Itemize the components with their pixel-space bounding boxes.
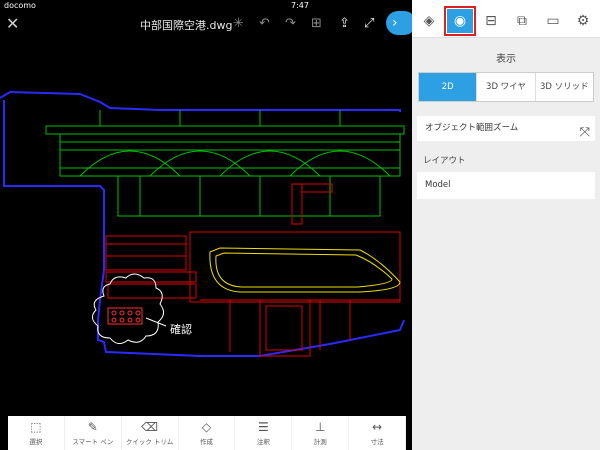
measure-icon: ⊥	[314, 419, 326, 434]
tool-create[interactable]: ◇ 作成	[179, 416, 236, 450]
view-mode-3d-wire[interactable]: 3D ワイヤ	[477, 73, 536, 101]
zoom-extents-row[interactable]: オブジェクト範囲ズーム ⤧	[417, 116, 595, 141]
tool-note[interactable]: ☰ 注釈	[235, 416, 293, 450]
snap-icon[interactable]: ✳	[233, 16, 244, 32]
close-icon[interactable]: ✕	[6, 15, 19, 33]
file-title: 中部国際空港.dwg	[140, 19, 233, 32]
bottom-toolbar: ⬚ 選択 ✎ スマート ペン ⌫ クイック トリム ◇ 作成 ☰ 注釈 ⊥ 計測…	[8, 416, 407, 450]
dimension-icon: ↔	[372, 419, 383, 434]
tool-measure[interactable]: ⊥ 計測	[292, 416, 350, 450]
select-icon: ⬚	[30, 419, 42, 434]
status-bar: docomo 7:47	[0, 0, 600, 12]
battery-icon	[576, 1, 594, 9]
note-icon: ☰	[257, 419, 269, 434]
tool-select[interactable]: ⬚ 選択	[8, 416, 65, 450]
blocks-icon[interactable]: ⧉	[509, 9, 535, 33]
clock: 7:47	[291, 1, 309, 10]
tool-quick-trim[interactable]: ⌫ クイック トリム	[122, 416, 179, 450]
create-icon: ◇	[201, 419, 212, 434]
tool-smart-pen[interactable]: ✎ スマート ペン	[65, 416, 122, 450]
gear-icon[interactable]: ⚙	[570, 9, 596, 33]
properties-panel: ◈ ◉ ⊟ ⧉ ▭ ⚙ 表示 2D 3D ワイヤ 3D ソリッド	[412, 0, 600, 450]
layers-icon[interactable]: ◈	[416, 9, 442, 33]
view-mode-selector: 2D 3D ワイヤ 3D ソリッド	[418, 72, 594, 102]
drawing-canvas[interactable]: 確認 ✕ 中部国際空港.dwg ✳ ↶ ↷ ⊞ ⇪ ⤢ › ⬚ 選択 ✎ スマー…	[0, 0, 412, 450]
cad-drawing[interactable]	[0, 38, 412, 418]
zoom-extents-label: オブジェクト範囲ズーム	[425, 123, 519, 133]
view-mode-3d-solid[interactable]: 3D ソリッド	[536, 73, 593, 101]
layout-row[interactable]: Model	[417, 172, 595, 199]
eraser-icon: ⌫	[141, 419, 159, 434]
redo-icon[interactable]: ↷	[285, 16, 296, 32]
fullscreen-icon[interactable]: ⤢	[364, 16, 374, 32]
properties-icon[interactable]: ⊟	[478, 9, 504, 33]
comments-icon[interactable]: ▭	[540, 9, 566, 33]
layout-value: Model	[425, 180, 451, 190]
panel-toggle-button[interactable]: ›	[386, 11, 412, 35]
zoom-extents-icon: ⤧	[579, 125, 590, 140]
layout-section-title: レイアウト	[423, 156, 466, 166]
top-toolbar: ✕ 中部国際空港.dwg ✳ ↶ ↷ ⊞ ⇪ ⤢	[0, 12, 412, 38]
grid-icon[interactable]: ⊞	[311, 16, 322, 32]
view-mode-2d[interactable]: 2D	[419, 73, 478, 101]
share-icon[interactable]: ⇪	[339, 16, 350, 32]
view-section-title: 表示	[496, 54, 516, 65]
view-icon[interactable]: ◉	[444, 6, 476, 36]
undo-icon[interactable]: ↶	[259, 16, 270, 32]
pen-icon: ✎	[87, 419, 98, 434]
annotation-text: 確認	[170, 323, 192, 336]
tool-dimension[interactable]: ↔ 寸法	[349, 416, 407, 450]
